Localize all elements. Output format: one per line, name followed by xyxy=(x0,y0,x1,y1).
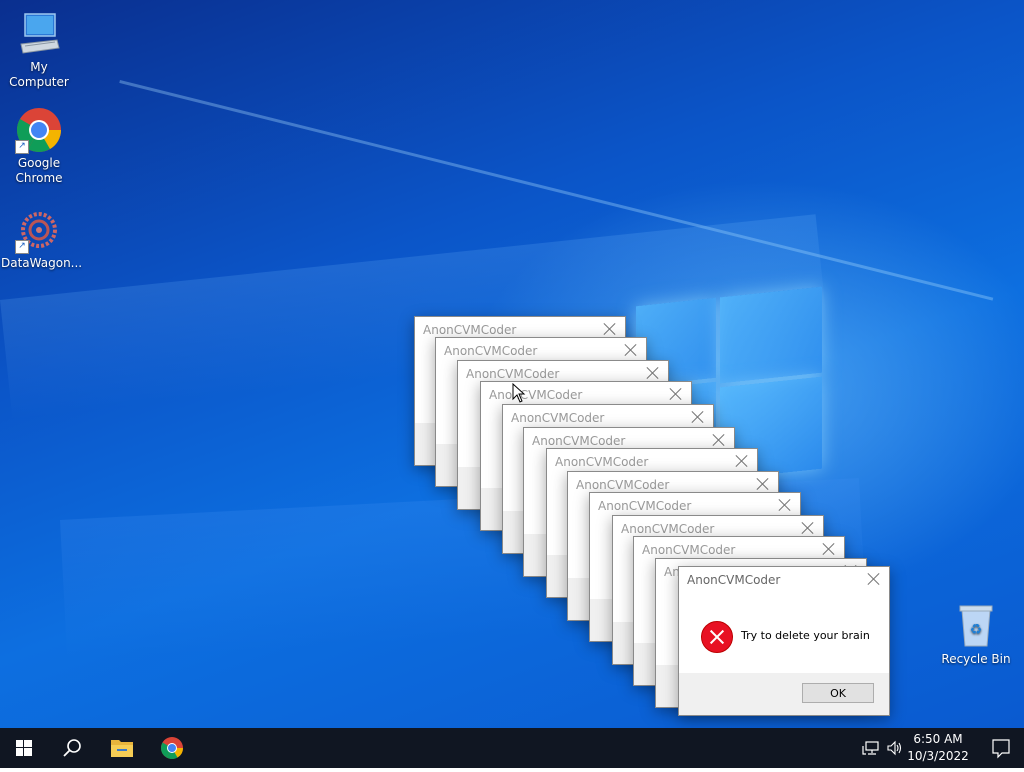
light-beam xyxy=(119,80,994,301)
clock-date: 10/3/2022 xyxy=(907,749,969,763)
recycle-bin-icon: ♻ xyxy=(952,602,1000,650)
windows-start-icon xyxy=(16,740,32,756)
search-button[interactable] xyxy=(48,728,96,768)
dialog-title: AnonCVMCoder xyxy=(621,522,715,536)
desktop-icon-label: Google Chrome xyxy=(15,156,63,185)
desktop-icon-my-computer[interactable]: My Computer xyxy=(1,10,77,90)
shortcut-arrow-icon: ↗ xyxy=(15,240,29,254)
dialog-title: AnonCVMCoder xyxy=(555,455,649,469)
file-explorer-button[interactable] xyxy=(98,728,146,768)
close-icon[interactable] xyxy=(603,322,617,336)
dialog-title: AnonCVMCoder xyxy=(532,434,626,448)
ok-button[interactable]: OK xyxy=(802,683,874,703)
dialog-footer: OK xyxy=(679,673,889,715)
close-icon[interactable] xyxy=(801,521,815,535)
dialog-title: AnonCVMCoder xyxy=(423,323,517,337)
desktop-icon-label: Recycle Bin xyxy=(941,652,1011,666)
dialog-titlebar[interactable]: AnonCVMCoder xyxy=(679,567,889,595)
search-icon xyxy=(63,739,81,757)
close-icon[interactable] xyxy=(867,572,881,586)
error-dialog[interactable]: AnonCVMCoder Try to delete your brain OK xyxy=(678,566,890,716)
chrome-taskbar-button[interactable] xyxy=(148,728,196,768)
desktop-icon-google-chrome[interactable]: ↗ Google Chrome xyxy=(1,106,77,186)
clock-time: 6:50 AM xyxy=(913,732,963,746)
action-center-button[interactable] xyxy=(978,728,1024,768)
close-icon[interactable] xyxy=(822,542,836,556)
chrome-icon: ↗ xyxy=(15,106,63,154)
desktop-icon-label: DataWagon... xyxy=(1,256,83,270)
dialog-message: Try to delete your brain xyxy=(741,629,870,642)
network-icon[interactable] xyxy=(862,740,880,756)
chrome-icon xyxy=(161,737,183,759)
desktop-icon-datawagon[interactable]: ↗ DataWagon... xyxy=(1,206,83,271)
svg-text:♻: ♻ xyxy=(970,622,983,638)
system-clock[interactable]: 6:50 AM 10/3/2022 xyxy=(906,731,970,765)
computer-icon xyxy=(15,10,63,58)
dialog-title: AnonCVMCoder xyxy=(511,411,605,425)
dialog-title: AnonCVMCoder xyxy=(687,573,781,587)
dialog-title: AnonCVMCoder xyxy=(489,388,583,402)
close-icon[interactable] xyxy=(691,410,705,424)
close-icon[interactable] xyxy=(646,366,660,380)
dialog-title: AnonCVMCoder xyxy=(466,367,560,381)
volume-icon[interactable] xyxy=(886,740,902,756)
close-icon[interactable] xyxy=(735,454,749,468)
datawagon-icon: ↗ xyxy=(15,206,63,254)
taskbar: 6:50 AM 10/3/2022 xyxy=(0,728,1024,768)
close-icon[interactable] xyxy=(669,387,683,401)
close-icon[interactable] xyxy=(624,343,638,357)
start-button[interactable] xyxy=(0,728,48,768)
desktop[interactable]: My Computer ↗ Google Chrome ↗ DataWagon.… xyxy=(0,0,1024,728)
shortcut-arrow-icon: ↗ xyxy=(15,140,29,154)
dialog-title: AnonCVMCoder xyxy=(642,543,736,557)
dialog-title: AnonCVMCoder xyxy=(576,478,670,492)
notification-icon xyxy=(992,739,1010,759)
mouse-cursor-icon xyxy=(512,383,526,403)
desktop-icon-label: My Computer xyxy=(9,60,69,89)
error-icon xyxy=(701,621,733,653)
dialog-title: AnonCVMCoder xyxy=(444,344,538,358)
close-icon[interactable] xyxy=(712,433,726,447)
desktop-icon-recycle-bin[interactable]: ♻ Recycle Bin xyxy=(938,602,1014,667)
folder-icon xyxy=(111,740,133,757)
dialog-title: AnonCVMCoder xyxy=(598,499,692,513)
close-icon[interactable] xyxy=(756,477,770,491)
close-icon[interactable] xyxy=(778,498,792,512)
